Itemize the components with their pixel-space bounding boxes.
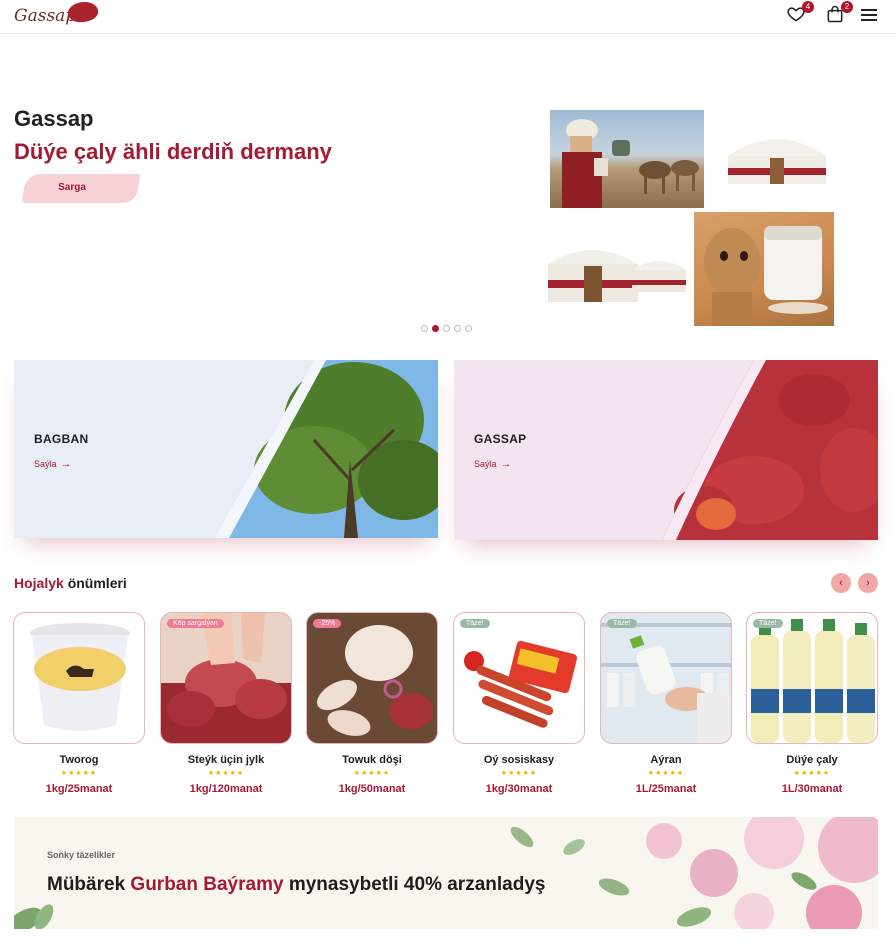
product-price: 1kg/120manat — [189, 783, 263, 795]
logo[interactable]: Gassap — [12, 0, 102, 28]
chevron-right-icon: › — [866, 577, 870, 589]
meat-illustration — [662, 360, 878, 540]
hero-slider-dots — [421, 325, 472, 332]
promo-kicker: Soňky täzelikler — [47, 850, 116, 860]
promo-banner[interactable]: Soňky täzelikler Mübärek Gurban Baýramy … — [14, 817, 878, 929]
floral-decoration — [14, 817, 878, 929]
product-price: 1L/25manat — [635, 783, 697, 795]
product-tag: -25% — [313, 619, 342, 628]
promo-title-start: Mübärek — [47, 874, 131, 895]
slider-dot[interactable] — [465, 325, 472, 332]
slider-dot[interactable] — [454, 325, 461, 332]
product-price: 1kg/30manat — [485, 783, 553, 795]
category-banner-bagban[interactable]: BAGBAN Saýla → — [14, 360, 438, 538]
products-section-title: Hojalyk önümleri — [14, 575, 127, 591]
product-tag: Täze! — [607, 619, 637, 628]
tree-illustration — [214, 360, 438, 538]
product-image[interactable] — [13, 612, 145, 744]
menu-button[interactable] — [860, 7, 882, 29]
camel-milk-bottles-illustration — [751, 619, 875, 743]
section-title-rest: önümleri — [63, 575, 127, 591]
hero-image-yurt — [722, 118, 832, 190]
rating-stars-icon: ★★★★★ — [647, 770, 685, 777]
man-camels-illustration — [562, 119, 699, 208]
product-price: 1L/30manat — [781, 783, 843, 795]
steak-meat-illustration — [161, 613, 291, 743]
promo-title-end: mynasybetli 40% arzanladyş — [283, 874, 546, 895]
product-tag: Täze! — [753, 619, 783, 628]
rating-stars-icon: ★★★★★ — [500, 770, 538, 777]
category-link-label: Saýla — [474, 459, 497, 469]
carousel-next-button[interactable]: › — [858, 573, 878, 593]
arrow-right-icon: → — [500, 458, 512, 470]
hero-image-yurts — [546, 234, 688, 306]
product-card[interactable]: Täze! Oý sosiskasy ★★★★★ 1kg/30manat — [453, 612, 585, 802]
rating-stars-icon: ★★★★★ — [793, 770, 831, 777]
yurt-illustration — [728, 139, 826, 184]
rating-stars-icon: ★★★★★ — [353, 770, 391, 777]
category-link-label: Saýla — [34, 459, 57, 469]
chevron-left-icon: ‹ — [839, 577, 843, 589]
hero-kicker: Gassap — [14, 106, 94, 131]
product-name: Aýran — [650, 754, 682, 766]
category-title: GASSAP — [474, 432, 527, 446]
arrow-right-icon: → — [60, 458, 72, 470]
cart-button[interactable]: 2 — [825, 1, 853, 26]
hero-title: Düýe çaly ähli derdiň dermany — [14, 139, 332, 164]
product-tag: Täze! — [460, 619, 490, 628]
product-image[interactable]: Täze! — [600, 612, 732, 744]
product-price: 1kg/25manat — [45, 783, 113, 795]
product-image[interactable]: Täze! — [453, 612, 585, 744]
product-card[interactable]: Tworog ★★★★★ 1kg/25manat — [13, 612, 145, 802]
chicken-meat-illustration — [317, 625, 433, 736]
product-name: Tworog — [59, 754, 99, 766]
promo-title: Mübärek Gurban Baýramy mynasybetli 40% a… — [47, 874, 545, 896]
product-price: 1kg/50manat — [338, 783, 406, 795]
wishlist-count-badge: 4 — [802, 1, 814, 13]
sausages-illustration — [464, 640, 578, 728]
category-select-link[interactable]: Saýla → — [34, 458, 72, 470]
category-select-link[interactable]: Saýla → — [474, 458, 512, 470]
carousel-prev-button[interactable]: ‹ — [831, 573, 851, 593]
product-tag: Köp sargalýan — [167, 619, 224, 628]
rating-stars-icon: ★★★★★ — [60, 770, 98, 777]
hero-image-camel-milk — [694, 212, 834, 326]
product-name: Steýk üçin jylk — [187, 754, 265, 766]
product-name: Düýe çaly — [786, 754, 838, 766]
wishlist-button[interactable]: 4 — [786, 1, 814, 26]
product-card[interactable]: -25% Towuk döşi ★★★★★ 1kg/50manat — [306, 612, 438, 802]
order-button-label: Sarga — [58, 182, 86, 193]
product-image[interactable]: -25% — [306, 612, 438, 744]
product-name: Oý sosiskasy — [483, 754, 555, 766]
category-title: BAGBAN — [34, 432, 89, 446]
product-name: Towuk döşi — [342, 754, 402, 766]
product-card[interactable]: Köp sargalýan Steýk üçin jylk ★★★★★ 1kg/… — [160, 612, 292, 802]
camel-milk-illustration — [704, 226, 828, 326]
section-title-accent: Hojalyk — [14, 575, 64, 591]
slider-dot[interactable] — [421, 325, 428, 332]
product-card[interactable]: Täze! Aýran ★★★★★ 1L/25manat — [600, 612, 732, 802]
order-button[interactable]: Sarga — [14, 172, 141, 204]
product-image[interactable]: Täze! — [746, 612, 878, 744]
logo-text: Gassap — [14, 6, 77, 26]
ayran-shelf-illustration — [601, 623, 731, 743]
category-banner-gassap[interactable]: GASSAP Saýla → — [454, 360, 878, 540]
site-header: Gassap 4 2 — [0, 0, 896, 34]
slider-dot-active[interactable] — [432, 325, 439, 332]
slider-dot[interactable] — [443, 325, 450, 332]
cart-count-badge: 2 — [841, 1, 853, 13]
promo-title-accent: Gurban Baýramy — [130, 874, 284, 895]
yurts-illustration — [548, 250, 686, 302]
tworog-tub-illustration — [30, 623, 130, 731]
product-card[interactable]: Täze! Düýe çaly ★★★★★ 1L/30manat — [746, 612, 878, 802]
rating-stars-icon: ★★★★★ — [207, 770, 245, 777]
product-image[interactable]: Köp sargalýan — [160, 612, 292, 744]
hero-image-man-with-camels — [550, 110, 704, 208]
hamburger-menu-icon — [861, 9, 877, 21]
